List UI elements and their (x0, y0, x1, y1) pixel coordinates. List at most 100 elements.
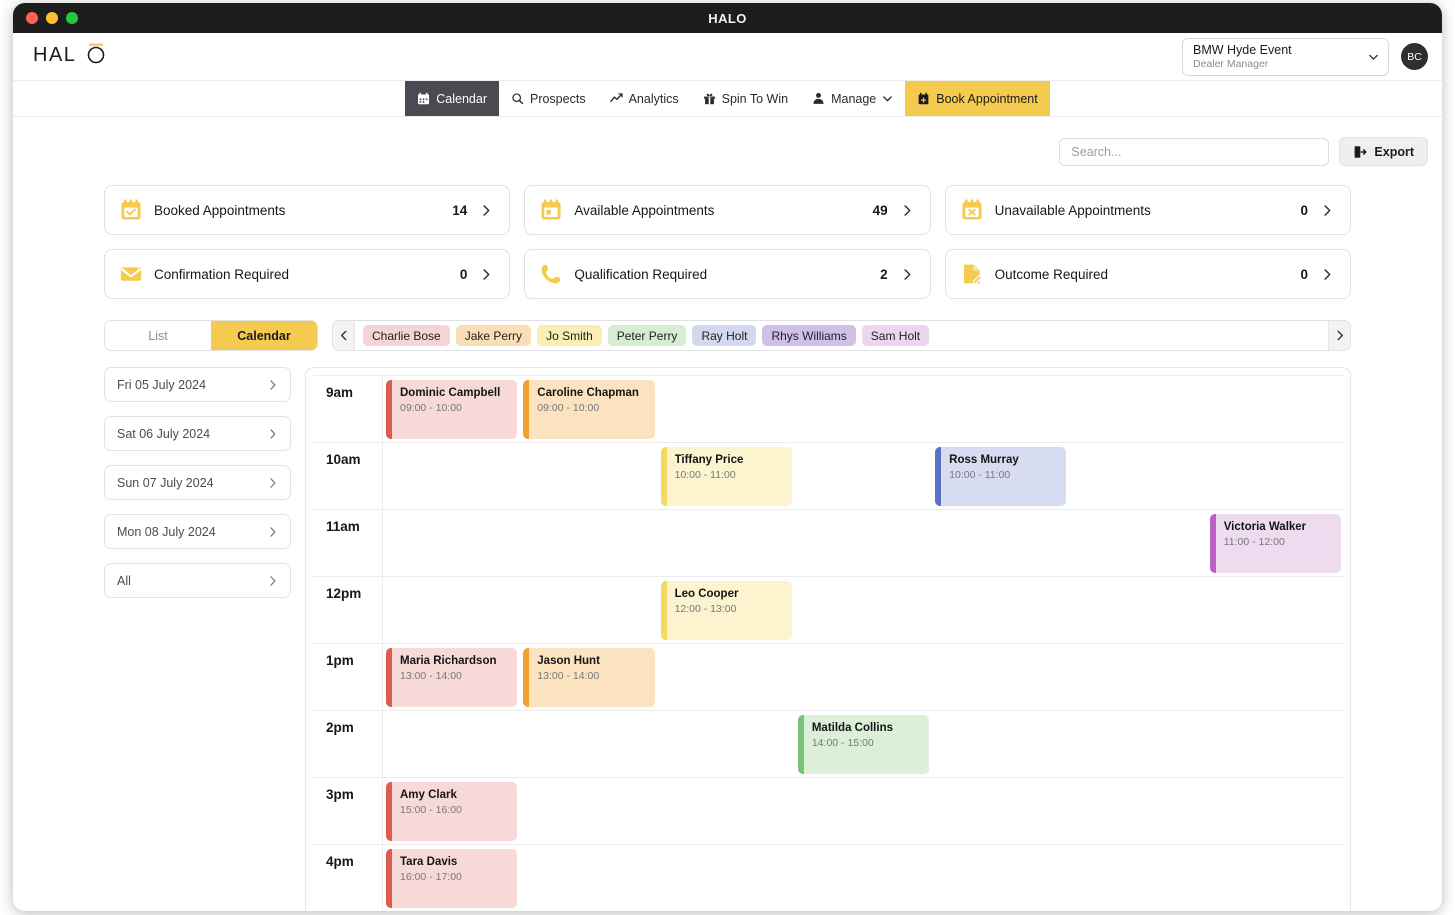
event-context-select[interactable]: BMW Hyde Event Dealer Manager (1182, 37, 1389, 76)
tab-analytics-label: Analytics (628, 91, 679, 106)
view-toggle-calendar[interactable]: Calendar (211, 321, 317, 350)
calendar-event[interactable]: Victoria Walker 11:00 - 12:00 (1209, 514, 1341, 573)
chevron-right-icon (904, 268, 911, 280)
calendar-check-icon (121, 199, 141, 220)
calendar-hour-row: 11am Victoria Walker 11:00 - 12:00 (313, 510, 1344, 577)
calendar-hour-row: 10am Tiffany Price 10:00 - 11:00 Ross Murra… (313, 443, 1344, 510)
chevron-down-icon (883, 96, 893, 102)
staff-pill[interactable]: Jake Perry (455, 325, 532, 346)
calendar-event[interactable]: Matilda Collins 14:00 - 15:00 (797, 715, 930, 774)
tab-book-appointment[interactable]: Book Appointment (905, 81, 1050, 116)
export-button[interactable]: Export (1339, 137, 1428, 166)
note-edit-icon (963, 264, 982, 285)
avatar[interactable]: BC (1401, 43, 1428, 70)
calendar-hour-row: 12pm Leo Cooper 12:00 - 13:00 (313, 577, 1344, 644)
staff-pill[interactable]: Sam Holt (861, 325, 930, 346)
stat-card-qualification-required[interactable]: Qualification Required 2 (524, 249, 931, 299)
date-filter-item[interactable]: Sun 07 July 2024 (104, 465, 291, 500)
stat-value: 49 (872, 202, 888, 218)
staff-pill[interactable]: Ray Holt (692, 325, 757, 346)
calendar-lane-track[interactable]: Victoria Walker 11:00 - 12:00 (383, 510, 1344, 576)
staff-pill[interactable]: Rhys Williams (762, 325, 856, 346)
calendar-event[interactable]: Maria Richardson 13:00 - 14:00 (386, 648, 518, 707)
stat-label: Confirmation Required (154, 266, 290, 282)
date-filter-label: Sat 06 July 2024 (117, 426, 211, 441)
calendar-event[interactable]: Jason Hunt 13:00 - 14:00 (523, 648, 655, 707)
tab-manage[interactable]: Manage (800, 81, 905, 116)
nav-tabs: Calendar Prospects Analytics Spin To Win… (405, 81, 1050, 116)
calendar-lane-track[interactable]: Maria Richardson 13:00 - 14:00 Jason Hunt 1… (383, 644, 1344, 710)
date-filter-label: All (117, 573, 131, 588)
calendar-event-body: Jason Hunt 13:00 - 14:00 (529, 648, 654, 707)
calendar-event[interactable]: Tara Davis 16:00 - 17:00 (386, 849, 518, 908)
calendar-event-time: 10:00 - 11:00 (674, 469, 736, 481)
chevron-right-icon (270, 477, 276, 488)
view-toggle: List Calendar (104, 320, 318, 351)
calendar-event[interactable]: Caroline Chapman 09:00 - 10:00 (523, 380, 655, 439)
event-context-role: Dealer Manager (1193, 57, 1269, 70)
staff-prev-button[interactable] (333, 321, 355, 350)
calendar-lane-track[interactable]: Matilda Collins 14:00 - 15:00 (383, 711, 1344, 777)
tab-prospects-label: Prospects (529, 91, 586, 106)
app-header: HAL BMW Hyde Event Dealer Manager BC (13, 33, 1442, 81)
chevron-right-icon (483, 268, 490, 280)
date-filter-label: Sun 07 July 2024 (117, 475, 214, 490)
date-filter-label: Fri 05 July 2024 (117, 377, 206, 392)
calendar-event-name: Tiffany Price (674, 454, 744, 466)
staff-pill[interactable]: Peter Perry (607, 325, 687, 346)
stat-label: Booked Appointments (154, 202, 286, 218)
calendar-event-name: Amy Clark (400, 789, 457, 801)
page-content: Export Booked Appointments 14 (13, 117, 1442, 911)
date-filter-item[interactable]: Fri 05 July 2024 (104, 367, 291, 402)
tab-spin-to-win[interactable]: Spin To Win (691, 81, 800, 116)
staff-next-button[interactable] (1328, 321, 1350, 350)
calendar-event-time: 16:00 - 17:00 (400, 871, 462, 883)
calendar-hour-row: 2pm Matilda Collins 14:00 - 15:00 (313, 711, 1344, 778)
calendar-event-name: Caroline Chapman (537, 387, 639, 399)
tab-manage-label: Manage (831, 91, 877, 106)
calendar-lane-track[interactable]: Amy Clark 15:00 - 16:00 (383, 778, 1344, 844)
tab-calendar-label: Calendar (436, 91, 487, 106)
stat-card-outcome-required[interactable]: Outcome Required 0 (944, 249, 1351, 299)
calendar-event[interactable]: Tiffany Price 10:00 - 11:00 (660, 447, 792, 506)
stat-value: 14 (452, 202, 468, 218)
calendar-event-body: Leo Cooper 12:00 - 13:00 (667, 581, 792, 640)
toolbar: Export (27, 117, 1428, 166)
calendar-hour-label: 2pm (313, 711, 383, 777)
calendar-hour-row: 4pm Tara Davis 16:00 - 17:00 (313, 845, 1344, 911)
stat-card-available-appointments[interactable]: Available Appointments 49 (524, 185, 931, 235)
phone-icon (541, 264, 561, 284)
view-toggle-list[interactable]: List (105, 321, 211, 350)
calendar-scrollbar[interactable] (1343, 376, 1348, 911)
date-filter-item[interactable]: Mon 08 July 2024 (104, 514, 291, 549)
titlebar: HALO (13, 3, 1442, 33)
staff-pill[interactable]: Charlie Bose (363, 325, 450, 346)
halo-logo[interactable]: HAL (33, 41, 109, 72)
chevron-right-icon (904, 204, 911, 216)
date-filter-item[interactable]: All (104, 563, 291, 598)
calendar-hour-label: 4pm (313, 845, 383, 911)
stat-card-booked-appointments[interactable]: Booked Appointments 14 (104, 185, 511, 235)
calendar-event[interactable]: Leo Cooper 12:00 - 13:00 (660, 581, 792, 640)
calendar-icon (418, 92, 430, 105)
tab-calendar[interactable]: Calendar (405, 81, 499, 116)
calendar-event[interactable]: Dominic Campbell 09:00 - 10:00 (386, 380, 518, 439)
search-input[interactable] (1059, 137, 1330, 166)
stat-card-confirmation-required[interactable]: Confirmation Required 0 (104, 249, 511, 299)
calendar-lane-track[interactable]: Tara Davis 16:00 - 17:00 (383, 845, 1344, 911)
date-filter-item[interactable]: Sat 06 July 2024 (104, 416, 291, 451)
tab-prospects[interactable]: Prospects (499, 81, 598, 116)
tab-analytics[interactable]: Analytics (598, 81, 691, 116)
calendar-event-name: Tara Davis (400, 856, 458, 868)
staff-pill[interactable]: Jo Smith (537, 325, 602, 346)
export-icon (1355, 145, 1367, 158)
calendar-lane-track[interactable]: Leo Cooper 12:00 - 13:00 (383, 577, 1344, 643)
calendar-lane-track[interactable]: Tiffany Price 10:00 - 11:00 Ross Murray 10:… (383, 443, 1344, 509)
calendar-lane-track[interactable]: Dominic Campbell 09:00 - 10:00 Caroline Ch… (383, 376, 1344, 442)
calendar-event-name: Victoria Walker (1223, 521, 1307, 533)
calendar-event-time: 12:00 - 13:00 (674, 603, 737, 615)
calendar-event[interactable]: Amy Clark 15:00 - 16:00 (386, 782, 518, 841)
calendar-event-body: Caroline Chapman 09:00 - 10:00 (529, 380, 654, 439)
calendar-event[interactable]: Ross Murray 10:00 - 11:00 (935, 447, 1067, 506)
stat-card-unavailable-appointments[interactable]: Unavailable Appointments 0 (944, 185, 1351, 235)
